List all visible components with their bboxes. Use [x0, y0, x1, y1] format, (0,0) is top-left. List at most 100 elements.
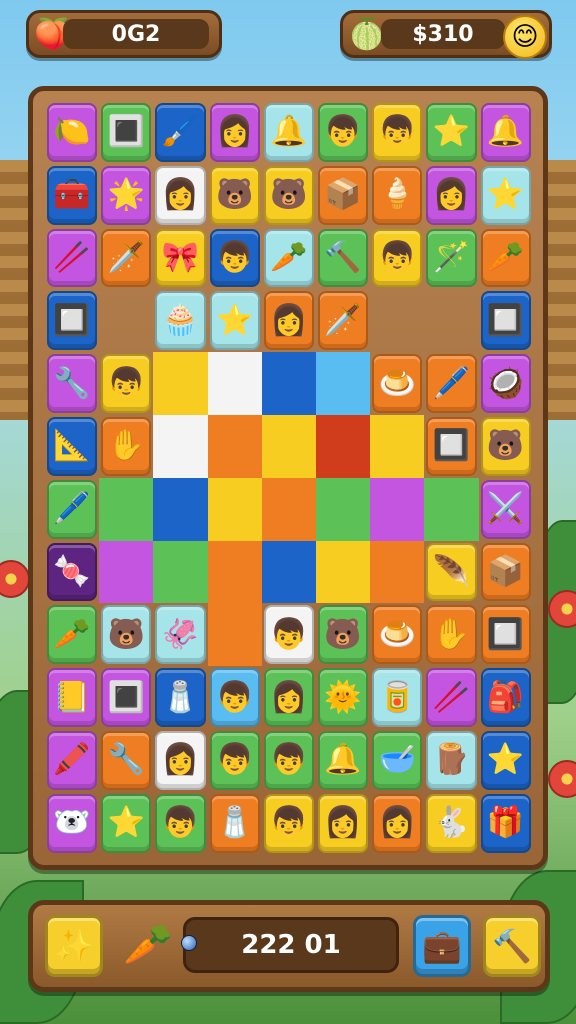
game-tile[interactable]: 🖍️ — [47, 730, 98, 790]
board-cell[interactable] — [99, 477, 154, 541]
game-tile[interactable]: 👩 — [155, 730, 206, 790]
board-cell[interactable]: 🗡️ — [316, 289, 370, 352]
board-cell[interactable]: 🖊️ — [424, 352, 478, 415]
color-block-tile[interactable] — [370, 414, 425, 478]
board-cell[interactable] — [153, 540, 208, 604]
game-tile[interactable]: ✋ — [426, 605, 477, 665]
game-tile[interactable]: 🔳 — [101, 668, 152, 727]
game-tile[interactable]: 🥥 — [480, 354, 531, 413]
board-cell[interactable]: 🔳 — [99, 101, 153, 164]
board-cell[interactable]: 🦑 — [153, 603, 207, 666]
board-cell[interactable]: 🖊️ — [45, 478, 99, 541]
game-tile[interactable]: 👦 — [317, 103, 369, 162]
color-block-tile[interactable] — [99, 540, 154, 604]
game-tile[interactable]: 👦 — [263, 793, 314, 853]
hammer-button[interactable]: 🔨 — [483, 915, 541, 977]
board-cell[interactable]: 🐻 — [316, 603, 370, 666]
color-block-tile[interactable] — [99, 477, 154, 541]
board-cell[interactable]: 🎒 — [479, 666, 533, 729]
game-tile[interactable]: 👩 — [263, 291, 314, 351]
game-tile[interactable]: 👦 — [372, 103, 423, 162]
game-tile[interactable]: 📒 — [47, 668, 98, 727]
board-cell[interactable]: 🍮 — [370, 603, 424, 666]
game-tile[interactable]: 🔲 — [47, 291, 98, 351]
board-cell[interactable]: 🐻 — [208, 164, 262, 227]
color-block-tile[interactable] — [207, 540, 262, 604]
board-cell[interactable]: 🥕 — [45, 603, 99, 666]
board-cell[interactable] — [261, 540, 316, 604]
board-cell[interactable] — [370, 289, 424, 352]
game-tile[interactable]: 🍋 — [47, 103, 98, 162]
color-block-tile[interactable] — [424, 477, 479, 541]
game-tile[interactable]: 🔔 — [263, 103, 314, 162]
game-tile[interactable]: 🥕 — [263, 228, 314, 288]
board-cell[interactable]: 🐇 — [424, 792, 478, 855]
board-cell[interactable]: 🖌️ — [153, 101, 207, 164]
game-tile[interactable]: 🔲 — [426, 416, 477, 476]
color-block-tile[interactable] — [261, 414, 316, 478]
game-tile[interactable]: 👦 — [209, 228, 260, 288]
game-tile[interactable]: ⚔️ — [480, 479, 531, 539]
board-cell[interactable] — [315, 540, 371, 604]
color-block-tile[interactable] — [153, 414, 208, 478]
game-tile[interactable]: 🍮 — [372, 605, 423, 665]
game-tile[interactable]: 👦 — [263, 605, 314, 665]
fruit-counter[interactable]: 🍑 0G2 — [26, 10, 222, 58]
game-tile[interactable]: 🎒 — [480, 668, 531, 727]
color-block-tile[interactable] — [207, 477, 262, 541]
game-tile[interactable]: 🥢 — [426, 668, 477, 727]
game-tile[interactable]: 👩 — [317, 793, 369, 853]
game-tile[interactable]: 👩 — [155, 165, 206, 225]
color-block-tile[interactable] — [315, 352, 371, 415]
game-tile[interactable]: ⭐ — [480, 165, 531, 225]
board-cell[interactable]: 👩 — [153, 164, 207, 227]
game-tile[interactable]: 🧂 — [155, 668, 206, 727]
game-tile[interactable]: 📦 — [317, 165, 369, 225]
game-tile[interactable]: ✋ — [101, 416, 152, 476]
game-tile[interactable]: 🎀 — [155, 228, 206, 288]
game-tile[interactable]: 🔧 — [101, 730, 152, 790]
game-tile[interactable]: 🥕 — [480, 228, 531, 288]
game-tile[interactable]: 🐻‍❄️ — [47, 793, 98, 853]
board-cell[interactable]: 🥢 — [424, 666, 478, 729]
game-tile[interactable]: 🐻 — [101, 605, 152, 665]
board-cell[interactable] — [261, 352, 316, 415]
board-cell[interactable] — [424, 477, 479, 541]
board-cell[interactable]: 🍋 — [45, 101, 99, 164]
game-tile[interactable]: 🍮 — [372, 354, 423, 413]
board-cell[interactable]: 🔨 — [316, 227, 370, 290]
board-cell[interactable] — [207, 603, 262, 667]
game-tile[interactable]: 🧰 — [47, 165, 98, 225]
board-cell[interactable] — [370, 414, 425, 478]
game-tile[interactable]: 👦 — [101, 354, 152, 413]
game-tile[interactable]: 👦 — [209, 730, 260, 790]
game-tile[interactable]: 🐻 — [480, 416, 531, 476]
game-tile[interactable]: ⭐ — [101, 793, 152, 853]
board-cell[interactable]: ⭐ — [99, 792, 153, 855]
board-cell[interactable]: ⭐ — [479, 729, 533, 792]
game-tile[interactable]: 🔲 — [480, 605, 531, 665]
game-tile[interactable]: 📦 — [480, 542, 531, 602]
color-block-tile[interactable] — [207, 352, 262, 415]
game-tile[interactable]: 👦 — [263, 730, 314, 790]
game-tile[interactable]: 🪵 — [426, 730, 477, 790]
game-tile[interactable]: 🪶 — [426, 542, 477, 602]
game-tile[interactable]: ⭐ — [480, 730, 531, 790]
color-block-tile[interactable] — [153, 477, 208, 541]
board-cell[interactable]: 👩 — [424, 164, 478, 227]
color-block-tile[interactable] — [153, 352, 208, 415]
board-cell[interactable]: 👦 — [153, 792, 207, 855]
game-tile[interactable]: 🔔 — [317, 730, 369, 790]
color-block-tile[interactable] — [261, 540, 316, 604]
board-cell[interactable]: 🧰 — [45, 164, 99, 227]
board-cell[interactable] — [153, 414, 208, 478]
game-tile[interactable]: 🐻 — [263, 165, 314, 225]
board-cell[interactable]: 🪄 — [424, 227, 478, 290]
board-cell[interactable] — [207, 414, 262, 478]
board-cell[interactable]: 👩 — [153, 729, 207, 792]
game-tile[interactable]: 🥫 — [372, 668, 423, 727]
bag-button[interactable]: 💼 — [413, 915, 471, 977]
board-cell[interactable] — [315, 352, 371, 415]
game-tile[interactable]: 🍬 — [47, 542, 98, 602]
game-tile[interactable]: 🗡️ — [101, 228, 152, 288]
